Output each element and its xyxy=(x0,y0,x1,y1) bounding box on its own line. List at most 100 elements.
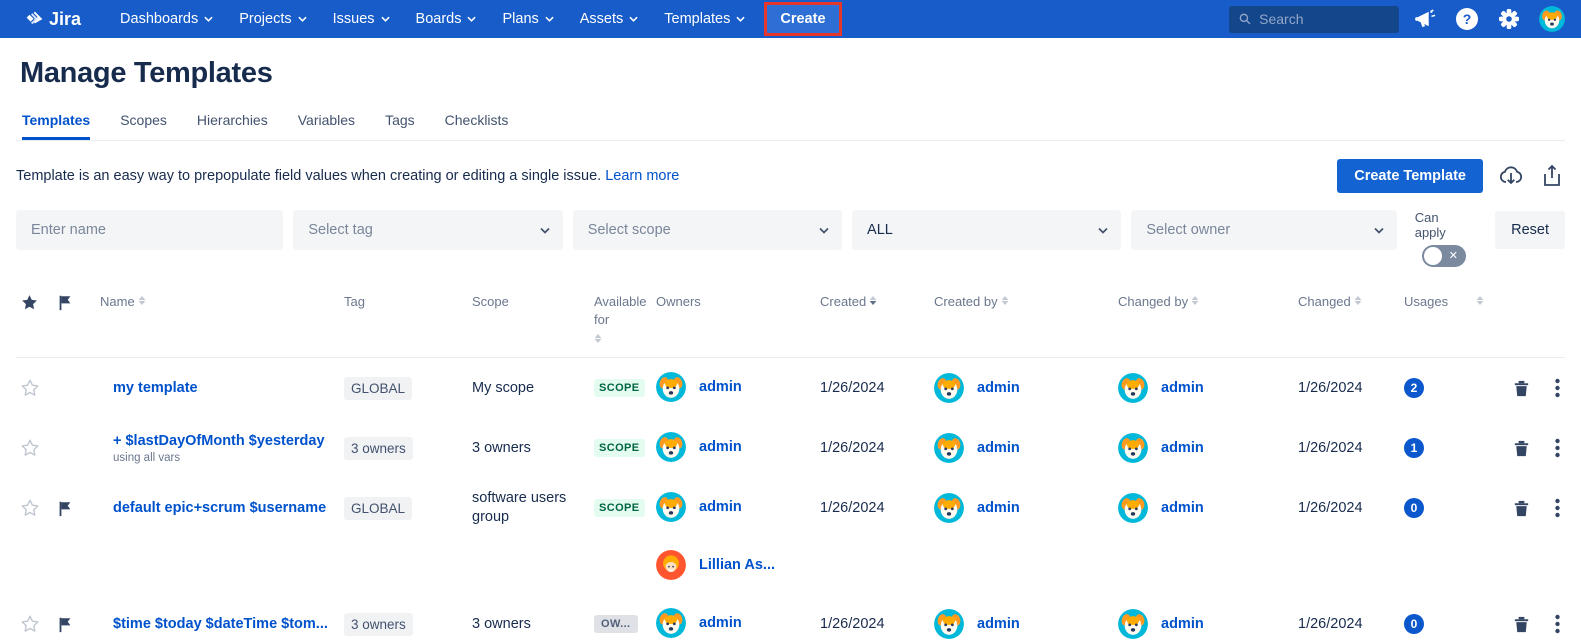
type-filter-select[interactable]: ALL xyxy=(852,210,1122,250)
tab-scopes[interactable]: Scopes xyxy=(120,105,167,140)
question-circle-icon: ? xyxy=(1456,8,1478,30)
nav-item-label: Assets xyxy=(579,11,624,27)
top-navbar: Jira Dashboards Projects Issues Boards P… xyxy=(0,0,1581,38)
nav-item-plans[interactable]: Plans xyxy=(489,0,566,38)
favorite-button[interactable] xyxy=(18,376,42,400)
header-created[interactable]: Created xyxy=(820,293,934,311)
nav-item-projects[interactable]: Projects xyxy=(226,0,319,38)
reset-filters-button[interactable]: Reset xyxy=(1495,211,1565,249)
user-link[interactable]: admin xyxy=(1161,500,1204,516)
create-template-button[interactable]: Create Template xyxy=(1337,159,1483,193)
trash-icon xyxy=(1514,440,1529,456)
user-entry: admin xyxy=(1118,595,1204,642)
settings-button[interactable] xyxy=(1495,5,1523,33)
available-for-cell: SCOPE xyxy=(594,418,656,478)
header-usages[interactable]: Usages xyxy=(1404,293,1498,311)
template-name-link[interactable]: default epic+scrum $username xyxy=(113,500,326,516)
more-actions-button[interactable] xyxy=(1553,436,1562,460)
header-flag[interactable] xyxy=(56,293,92,312)
template-name-link[interactable]: $time $today $dateTime $tom... xyxy=(113,616,328,632)
owner-link[interactable]: admin xyxy=(699,439,742,455)
user-link[interactable]: admin xyxy=(977,380,1020,396)
chevron-down-icon xyxy=(1098,227,1108,234)
templates-table: Name Tag Scope Available for Owners Crea… xyxy=(16,283,1565,642)
search-icon xyxy=(1239,13,1251,25)
header-changed[interactable]: Changed xyxy=(1298,293,1404,311)
actions-cell xyxy=(1498,594,1565,642)
owners-cell: admin Lillian As... xyxy=(656,478,820,594)
favorite-button[interactable] xyxy=(18,496,42,520)
owner-entry: admin xyxy=(656,594,820,642)
search-input[interactable] xyxy=(1259,11,1389,27)
import-templates-button[interactable] xyxy=(1496,161,1526,191)
template-name-link[interactable]: + $lastDayOfMonth $yesterday xyxy=(113,433,325,449)
more-actions-button[interactable] xyxy=(1553,376,1562,400)
delete-button[interactable] xyxy=(1510,376,1533,401)
nav-item-dashboards[interactable]: Dashboards xyxy=(107,0,226,38)
template-name-link[interactable]: my template xyxy=(113,380,198,396)
user-link[interactable]: admin xyxy=(977,500,1020,516)
name-filter-input[interactable] xyxy=(16,210,284,250)
export-templates-button[interactable] xyxy=(1539,161,1565,191)
flag-cell xyxy=(56,594,92,642)
tab-checklists[interactable]: Checklists xyxy=(445,105,509,140)
delete-button[interactable] xyxy=(1510,612,1533,637)
usages-badge: 2 xyxy=(1404,378,1424,399)
header-created-by[interactable]: Created by xyxy=(934,293,1118,311)
owner-link[interactable]: admin xyxy=(699,615,742,631)
more-actions-button[interactable] xyxy=(1553,496,1562,520)
header-owners[interactable]: Owners xyxy=(656,293,820,311)
header-available-for[interactable]: Available for xyxy=(594,293,654,344)
tab-tags[interactable]: Tags xyxy=(385,105,415,140)
tab-hierarchies[interactable]: Hierarchies xyxy=(197,105,268,140)
tab-templates[interactable]: Templates xyxy=(22,105,91,140)
nav-item-boards[interactable]: Boards xyxy=(403,0,490,38)
owner-entry: Lillian As... xyxy=(656,536,820,594)
flag-icon xyxy=(59,501,71,516)
header-changed-by[interactable]: Changed by xyxy=(1118,293,1298,311)
learn-more-link[interactable]: Learn more xyxy=(605,168,679,184)
header-favorite[interactable] xyxy=(16,293,56,312)
scope-badge: SCOPE xyxy=(594,499,645,518)
owner-link[interactable]: admin xyxy=(699,499,742,515)
nav-item-templates[interactable]: Templates xyxy=(651,0,758,38)
header-scope[interactable]: Scope xyxy=(472,293,594,311)
nav-item-issues[interactable]: Issues xyxy=(320,0,403,38)
announcements-button[interactable] xyxy=(1413,7,1439,31)
owner-filter-select[interactable]: Select owner xyxy=(1131,210,1397,250)
user-link[interactable]: admin xyxy=(1161,616,1204,632)
changed-by-cell: admin xyxy=(1118,418,1298,478)
tab-variables[interactable]: Variables xyxy=(298,105,355,140)
delete-button[interactable] xyxy=(1510,496,1533,521)
user-avatar-button[interactable] xyxy=(1537,4,1567,34)
trash-icon xyxy=(1514,380,1529,396)
chevron-down-icon xyxy=(629,16,638,22)
nav-item-assets[interactable]: Assets xyxy=(567,0,652,38)
user-link[interactable]: admin xyxy=(1161,440,1204,456)
create-button[interactable]: Create xyxy=(767,5,839,33)
user-link[interactable]: admin xyxy=(977,440,1020,456)
chevron-down-icon xyxy=(736,16,746,22)
user-link[interactable]: admin xyxy=(977,616,1020,632)
available-for-cell: SCOPE xyxy=(594,358,656,418)
header-name[interactable]: Name xyxy=(92,293,344,311)
more-actions-button[interactable] xyxy=(1553,612,1562,636)
jira-logo[interactable]: Jira xyxy=(24,9,81,30)
svg-text:?: ? xyxy=(1463,11,1472,27)
favorite-button[interactable] xyxy=(18,436,42,460)
can-apply-toggle[interactable]: ✕ xyxy=(1421,245,1466,267)
favorite-button[interactable] xyxy=(18,612,42,636)
user-link[interactable]: admin xyxy=(1161,380,1204,396)
owner-link[interactable]: admin xyxy=(699,379,742,395)
search-box[interactable] xyxy=(1229,5,1399,33)
header-label: Created xyxy=(820,294,867,309)
name-cell: default epic+scrum $username xyxy=(92,478,344,538)
owner-link[interactable]: Lillian As... xyxy=(699,557,775,573)
delete-button[interactable] xyxy=(1510,436,1533,461)
user-entry: admin xyxy=(1118,479,1204,537)
help-button[interactable]: ? xyxy=(1453,5,1481,33)
header-tag[interactable]: Tag xyxy=(344,293,472,311)
chevron-down-icon xyxy=(545,16,554,22)
scope-filter-select[interactable]: Select scope xyxy=(572,210,843,250)
tag-filter-select[interactable]: Select tag xyxy=(293,210,563,250)
